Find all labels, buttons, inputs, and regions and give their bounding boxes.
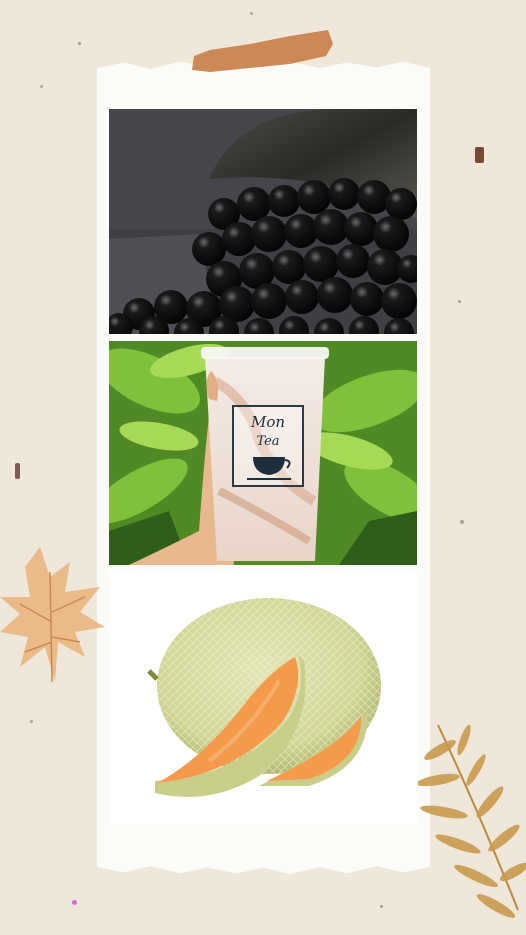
teacup-icon xyxy=(247,457,291,480)
cup-logo: Mon Tea xyxy=(232,405,304,487)
background-speck xyxy=(78,42,81,45)
background-speck xyxy=(380,905,383,908)
background-speck xyxy=(250,12,253,15)
background-speck xyxy=(15,463,20,479)
tape-strip xyxy=(190,26,335,74)
background-speck xyxy=(475,147,484,163)
background-speck xyxy=(460,520,464,524)
logo-brand-line1: Mon xyxy=(250,413,286,431)
background-speck xyxy=(30,720,33,723)
background-speck xyxy=(72,900,77,905)
logo-brand-line2: Tea xyxy=(256,434,280,449)
maple-leaf-decoration xyxy=(0,542,110,697)
background-speck xyxy=(40,85,43,88)
tapioca-pearls-photo xyxy=(109,109,417,334)
fern-decoration xyxy=(416,720,526,925)
cantaloupe-melon-photo xyxy=(109,571,417,825)
background-speck xyxy=(458,300,461,303)
